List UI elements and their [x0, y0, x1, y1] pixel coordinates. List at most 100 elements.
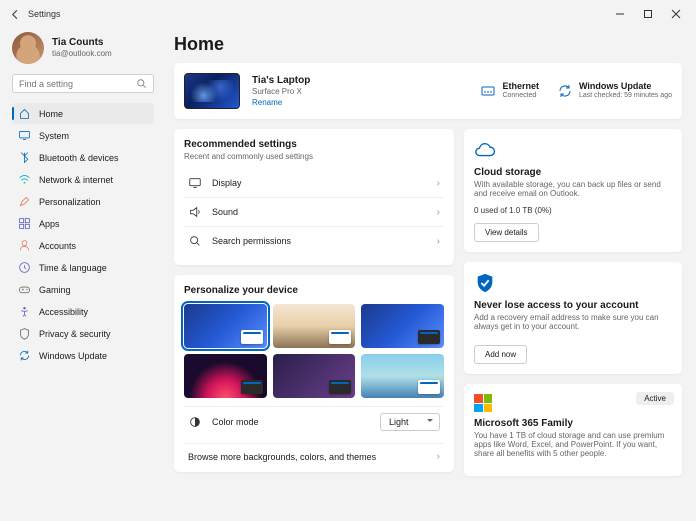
card-desc: Add a recovery email address to make sur… — [474, 313, 672, 331]
page-title: Home — [174, 34, 682, 55]
theme-option-3[interactable] — [361, 304, 444, 348]
home-icon — [18, 107, 31, 120]
maximize-button[interactable] — [636, 4, 660, 24]
setting-row-display[interactable]: Display› — [184, 169, 444, 197]
search-box[interactable] — [12, 74, 154, 93]
browse-themes-row[interactable]: Browse more backgrounds, colors, and the… — [184, 443, 444, 462]
chevron-right-icon: › — [437, 207, 440, 218]
arrow-left-icon — [10, 9, 21, 20]
shield-icon — [18, 327, 31, 340]
card-title: Microsoft 365 Family — [474, 418, 672, 429]
nav-label: Accessibility — [39, 307, 88, 317]
nav-label: Apps — [39, 219, 60, 229]
card-title: Recommended settings — [184, 139, 444, 150]
brush-icon — [18, 195, 31, 208]
display-icon — [188, 176, 202, 190]
cloud-storage-card: Cloud storage With available storage, yo… — [464, 129, 682, 252]
nav-label: Personalization — [39, 197, 101, 207]
setting-label: Sound — [212, 207, 427, 217]
status-update[interactable]: Windows Update Last checked: 59 minutes … — [557, 81, 672, 100]
titlebar: Settings — [0, 0, 696, 28]
sound-icon — [188, 205, 202, 219]
search-input[interactable] — [19, 79, 136, 89]
status-ethernet[interactable]: Ethernet Connected — [480, 81, 539, 100]
system-icon — [18, 129, 31, 142]
chevron-right-icon: › — [437, 451, 440, 462]
sidebar-item-bluetooth-devices[interactable]: Bluetooth & devices — [12, 147, 154, 168]
sidebar-item-windows-update[interactable]: Windows Update — [12, 345, 154, 366]
back-button[interactable] — [8, 7, 22, 21]
sidebar-item-home[interactable]: Home — [12, 103, 154, 124]
device-card: Tia's Laptop Surface Pro X Rename Ethern… — [174, 63, 682, 119]
avatar — [12, 32, 44, 64]
nav-label: Accounts — [39, 241, 76, 251]
profile-name: Tia Counts — [52, 37, 112, 49]
ethernet-icon — [480, 83, 496, 99]
profile-block[interactable]: Tia Counts tia@outlook.com — [12, 32, 154, 64]
active-badge: Active — [636, 392, 674, 405]
m365-card: Active Microsoft 365 Family You have 1 T… — [464, 384, 682, 476]
maximize-icon — [643, 9, 653, 19]
sidebar-item-network-internet[interactable]: Network & internet — [12, 169, 154, 190]
rename-link[interactable]: Rename — [252, 98, 468, 108]
theme-option-2[interactable] — [273, 304, 356, 348]
close-icon — [671, 9, 681, 19]
sidebar-item-gaming[interactable]: Gaming — [12, 279, 154, 300]
search-icon — [136, 78, 147, 89]
setting-label: Search permissions — [212, 236, 427, 246]
sidebar-item-time-language[interactable]: Time & language — [12, 257, 154, 278]
update-icon — [18, 349, 31, 362]
theme-option-6[interactable] — [361, 354, 444, 398]
device-model: Surface Pro X — [252, 87, 468, 97]
microsoft-logo-icon — [474, 394, 492, 412]
personalize-card: Personalize your device Color mode — [174, 275, 454, 472]
theme-option-4[interactable] — [184, 354, 267, 398]
nav-list: Home System Bluetooth & devices Network & i… — [12, 103, 154, 366]
clock-icon — [18, 261, 31, 274]
nav-label: System — [39, 131, 69, 141]
sidebar-item-personalization[interactable]: Personalization — [12, 191, 154, 212]
access-icon — [18, 305, 31, 318]
nav-label: Privacy & security — [39, 329, 111, 339]
sidebar-item-privacy-security[interactable]: Privacy & security — [12, 323, 154, 344]
profile-email: tia@outlook.com — [52, 49, 112, 59]
sidebar-item-accounts[interactable]: Accounts — [12, 235, 154, 256]
card-title: Cloud storage — [474, 167, 672, 178]
search-icon — [188, 234, 202, 248]
theme-option-5[interactable] — [273, 354, 356, 398]
status-sub: Last checked: 59 minutes ago — [579, 92, 672, 100]
sidebar-item-apps[interactable]: Apps — [12, 213, 154, 234]
view-details-button[interactable]: View details — [474, 223, 539, 242]
color-mode-label: Color mode — [212, 417, 370, 427]
device-thumbnail — [184, 73, 240, 109]
device-name: Tia's Laptop — [252, 74, 468, 87]
close-button[interactable] — [664, 4, 688, 24]
setting-row-search-permissions[interactable]: Search permissions › — [184, 226, 444, 255]
card-title: Never lose access to your account — [474, 300, 672, 311]
update-icon — [557, 83, 573, 99]
window-title: Settings — [28, 9, 61, 19]
sidebar: Tia Counts tia@outlook.com Home System Blu… — [0, 28, 160, 521]
add-now-button[interactable]: Add now — [474, 345, 527, 364]
person-icon — [18, 239, 31, 252]
recommended-card: Recommended settings Recent and commonly… — [174, 129, 454, 265]
storage-used: 0 used of 1.0 TB (0%) — [474, 206, 672, 215]
cloud-icon — [474, 139, 496, 161]
card-desc: You have 1 TB of cloud storage and can u… — [474, 431, 672, 458]
color-mode-select[interactable]: Light — [380, 413, 440, 431]
shield-check-icon — [474, 272, 496, 294]
theme-option-1[interactable] — [184, 304, 267, 348]
nav-label: Network & internet — [39, 175, 113, 185]
status-sub: Connected — [502, 92, 539, 100]
bluetooth-icon — [18, 151, 31, 164]
chevron-right-icon: › — [437, 236, 440, 247]
recovery-card: Never lose access to your account Add a … — [464, 262, 682, 374]
nav-label: Windows Update — [39, 351, 107, 361]
color-mode-icon — [188, 415, 202, 429]
sidebar-item-system[interactable]: System — [12, 125, 154, 146]
setting-row-sound[interactable]: Sound › — [184, 197, 444, 226]
browse-label: Browse more backgrounds, colors, and the… — [188, 452, 376, 462]
card-sub: Recent and commonly used settings — [184, 152, 444, 161]
minimize-button[interactable] — [608, 4, 632, 24]
sidebar-item-accessibility[interactable]: Accessibility — [12, 301, 154, 322]
